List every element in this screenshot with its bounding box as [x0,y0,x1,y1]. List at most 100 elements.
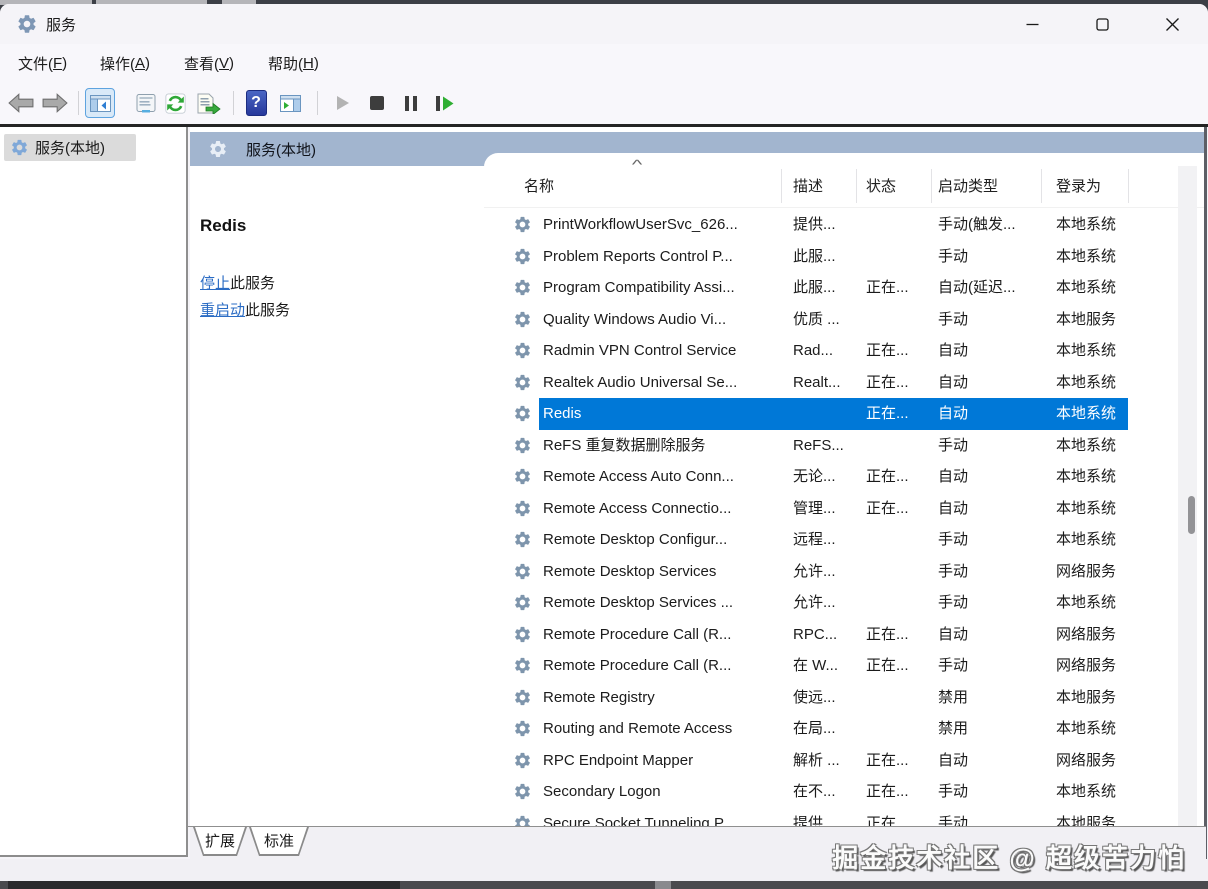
column-divider[interactable] [1041,169,1042,203]
services-pane: 服务(本地) Redis 停止此服务 重启动此服务 ^ 名称 描述 状态 启动类… [190,127,1206,859]
vertical-scrollbar[interactable] [1178,166,1197,826]
table-row[interactable]: Remote Access Connectio... 管理... 正在... 自… [484,493,1206,525]
column-header-name[interactable]: 名称 [524,175,554,196]
pause-service-button[interactable] [396,88,426,118]
service-status: 正在... [866,783,909,800]
table-row[interactable]: Remote Desktop Services 允许... 手动 网络服务 [484,556,1206,588]
table-row[interactable]: Remote Desktop Services ... 允许... 手动 本地系… [484,587,1206,619]
service-name: Remote Desktop Services ... [543,594,734,611]
menu-action[interactable]: 操作(A) [94,44,156,82]
pane-header-title: 服务(本地) [246,142,316,159]
table-row[interactable]: Secure Socket Tunneling P... 提供... 正在...… [484,808,1206,827]
table-row[interactable]: Radmin VPN Control Service Rad... 正在... … [484,335,1206,367]
service-status: 正在... [866,814,909,827]
table-row[interactable]: Remote Desktop Configur... 远程... 手动 本地系统 [484,524,1206,556]
service-name: Secondary Logon [543,783,661,800]
column-divider[interactable] [781,169,782,203]
column-header-status[interactable]: 状态 [866,175,896,196]
stop-icon [370,96,384,110]
stop-service-link[interactable]: 停止 [200,275,230,292]
table-row[interactable]: Quality Windows Audio Vi... 优质 ... 手动 本地… [484,304,1206,336]
service-description: Realt... [793,373,841,391]
service-gear-icon [515,752,530,768]
table-row[interactable]: RPC Endpoint Mapper 解析 ... 正在... 自动 网络服务 [484,745,1206,777]
back-button[interactable] [6,88,36,118]
service-startup-type: 手动 [938,310,969,328]
service-logon-as: 本地系统 [1056,499,1117,517]
help-icon: ? [245,90,267,116]
service-description: ReFS... [793,436,844,454]
service-logon-as: 本地系统 [1056,531,1117,548]
service-logon-as: 本地系统 [1056,373,1117,391]
table-row[interactable]: Problem Reports Control P... 此服... 手动 本地… [484,241,1206,273]
service-logon-as: 本地系统 [1056,247,1117,265]
pause-icon [405,95,417,111]
service-logon-as: 网络服务 [1056,751,1117,769]
refresh-button[interactable] [160,88,190,118]
show-action-pane-button[interactable] [275,88,305,118]
column-header-startup-type[interactable]: 启动类型 [938,175,998,196]
service-logon-as: 本地系统 [1056,216,1117,233]
service-startup-type: 手动 [938,657,969,674]
help-button[interactable]: ? [241,88,271,118]
service-name: Secure Socket Tunneling P... [543,814,735,827]
service-gear-icon [515,405,530,422]
export-list-button[interactable] [194,88,224,118]
show-console-tree-button[interactable] [85,88,115,118]
service-status: 正在... [866,657,909,674]
menu-view[interactable]: 查看(V) [178,44,240,82]
table-row[interactable]: Remote Registry 使远... 禁用 本地服务 [484,682,1206,714]
properties-button[interactable] [131,88,161,118]
table-row[interactable]: Remote Access Auto Conn... 无论... 正在... 自… [484,461,1206,493]
toolbar: ? [0,82,1208,124]
close-button[interactable] [1149,4,1195,44]
service-description: Rad... [793,342,834,359]
menu-help[interactable]: 帮助(H) [262,44,325,82]
column-header-logon-as[interactable]: 登录为 [1056,175,1101,196]
service-gear-icon [515,342,530,359]
table-row[interactable]: Routing and Remote Access 在局... 禁用 本地系统 [484,713,1206,745]
restart-service-link[interactable]: 重启动 [200,302,245,319]
column-divider[interactable] [931,169,932,203]
menu-file[interactable]: 文件(F) [12,44,73,82]
service-startup-type: 手动 [938,814,969,827]
toolbar-separator [78,91,79,115]
service-name: Remote Access Connectio... [543,499,732,517]
table-row[interactable]: ReFS 重复数据删除服务 ReFS... 手动 本地系统 [484,430,1206,462]
table-row[interactable]: PrintWorkflowUserSvc_626... 提供... 手动(触发.… [484,209,1206,241]
service-name: RPC Endpoint Mapper [543,751,694,769]
title-bar[interactable]: 服务 [0,4,1208,44]
tab-extended[interactable]: 扩展 [193,827,247,856]
service-startup-type: 手动 [938,562,969,580]
column-divider[interactable] [1128,169,1129,203]
service-logon-as: 本地系统 [1056,720,1117,737]
tab-standard[interactable]: 标准 [249,827,309,856]
start-service-button[interactable] [328,88,358,118]
maximize-button[interactable] [1079,4,1125,44]
services-window: 服务 文件(F) 操作(A) 查看(V) 帮助(H) ? 服务(本地) … [0,4,1208,885]
table-row[interactable]: Remote Procedure Call (R... 在 W... 正在...… [484,650,1206,682]
service-logon-as: 网络服务 [1056,657,1117,674]
column-header-description[interactable]: 描述 [793,175,823,196]
scrollbar-thumb[interactable] [1188,496,1195,534]
table-row[interactable]: Secondary Logon 在不... 正在... 手动 本地系统 [484,776,1206,808]
start-icon [337,96,349,110]
table-row[interactable]: Redis 正在... 自动 本地系统 [484,398,1206,430]
table-row[interactable]: Remote Procedure Call (R... RPC... 正在...… [484,619,1206,651]
service-name: Quality Windows Audio Vi... [543,310,727,328]
column-divider[interactable] [856,169,857,203]
stop-service-button[interactable] [362,88,392,118]
services-gear-icon [12,139,27,156]
forward-button[interactable] [40,88,70,118]
table-row[interactable]: Program Compatibility Assi... 此服... 正在..… [484,272,1206,304]
service-startup-type: 禁用 [938,688,969,706]
service-logon-as: 网络服务 [1056,625,1117,643]
restart-service-button[interactable] [430,88,460,118]
tree-item-services-local[interactable]: 服务(本地) [4,134,136,161]
service-name: Remote Procedure Call (R... [543,625,732,643]
service-startup-type: 手动 [938,247,969,265]
service-name: Realtek Audio Universal Se... [543,373,738,391]
table-row[interactable]: Realtek Audio Universal Se... Realt... 正… [484,367,1206,399]
service-name: Remote Registry [543,688,655,706]
minimize-button[interactable] [1009,4,1055,44]
